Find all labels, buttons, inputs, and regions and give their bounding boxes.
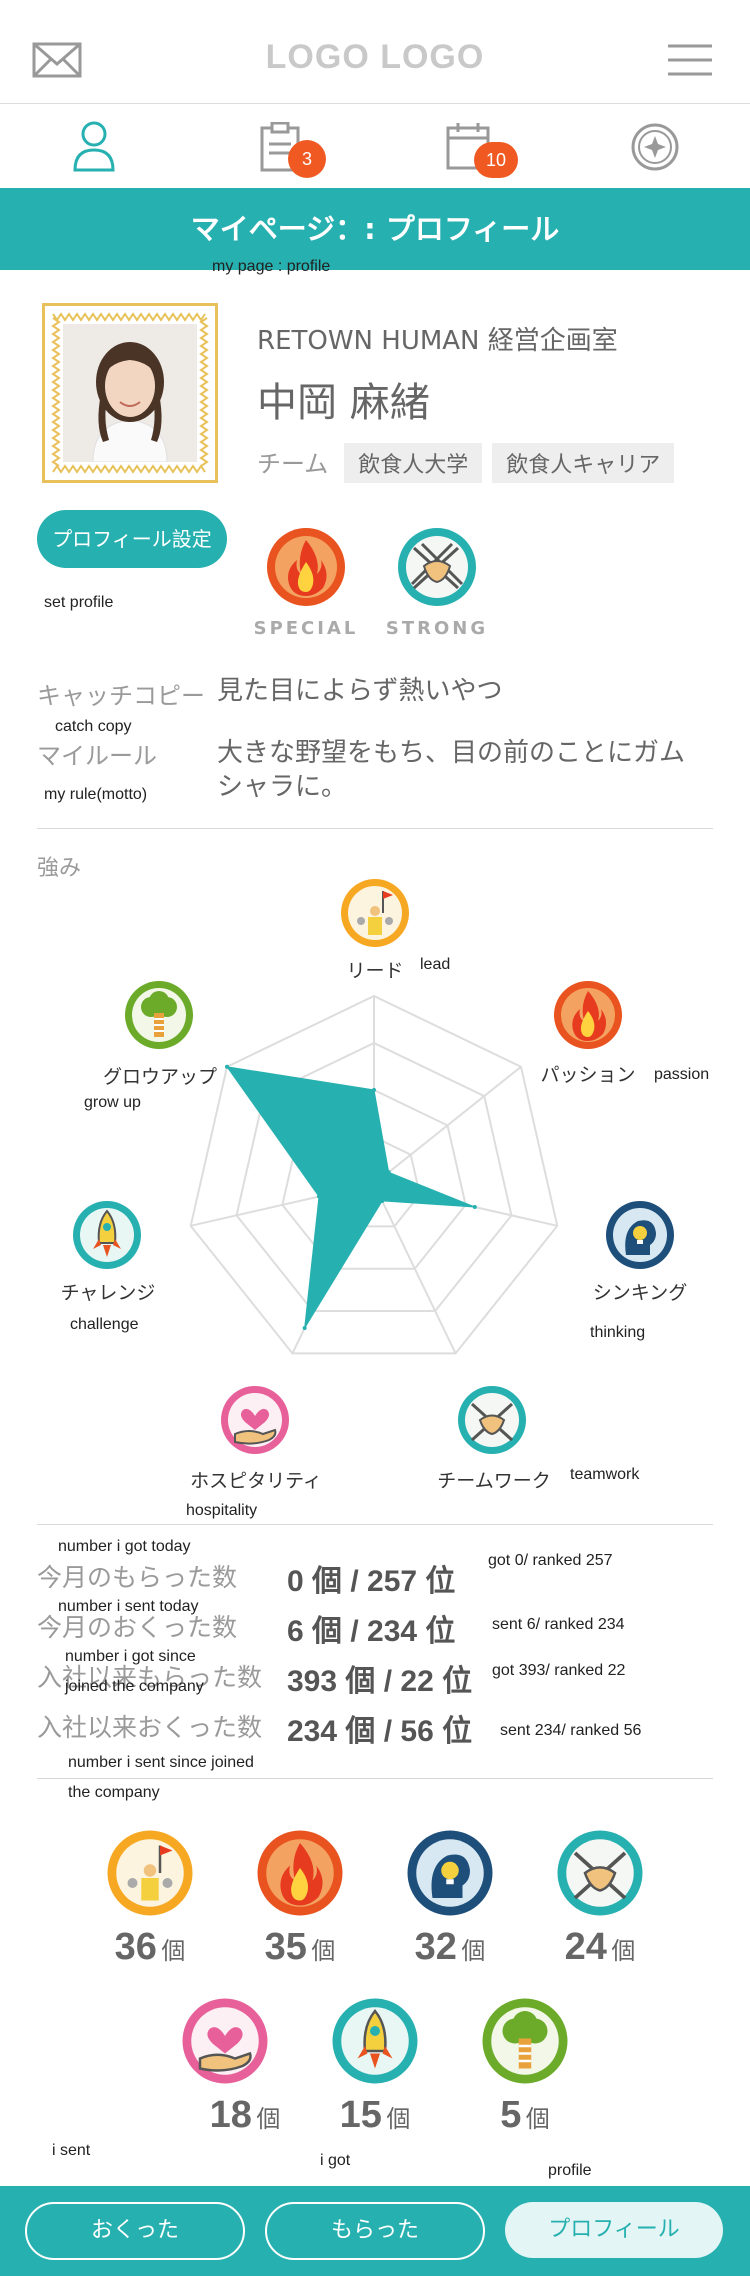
count-number: 18 [209, 2094, 252, 2136]
radar-axis-1 [373, 1066, 522, 1185]
radar-point-0 [372, 1088, 376, 1092]
count-unit: 個 [311, 1938, 336, 1965]
note-sent-since: number i sent since joined [68, 1754, 254, 1771]
strength-label-teamwork: チームワーク [437, 1470, 551, 1492]
count-number: 24 [564, 1926, 607, 1968]
radar-point-1 [386, 1170, 391, 1175]
stat-value-got-since-joined: 393 個 / 22 位 [287, 1665, 473, 1698]
count-number: 36 [114, 1926, 157, 1968]
count-unit: 個 [611, 1938, 636, 1965]
note-i-got: i got [320, 2152, 351, 2169]
count-unit: 個 [461, 1938, 486, 1965]
radar-point-3 [380, 1198, 385, 1203]
note-i-sent: i sent [52, 2142, 91, 2159]
count-unit: 個 [256, 2106, 281, 2133]
count-passion-icon [257, 1830, 343, 1916]
note-r3: got 393/ ranked 22 [492, 1662, 626, 1679]
growup-tree-icon [125, 981, 193, 1049]
count-number: 15 [339, 2094, 382, 2136]
count-growup-icon [482, 1998, 568, 2084]
footer-got-button[interactable]: もらった [265, 2202, 485, 2260]
divider [37, 1524, 713, 1525]
divider [37, 1778, 713, 1779]
count-growup: 5 個 [455, 2094, 595, 2137]
count-thinking-icon [407, 1830, 493, 1916]
strength-label-growup: グロウアップ [102, 1066, 217, 1088]
stat-label-got-this-month: 今月のもらった数 [37, 1563, 238, 1592]
count-lead: 36 個 [80, 1926, 220, 1969]
count-unit: 個 [161, 1938, 186, 1965]
note-r1: got 0/ ranked 257 [488, 1552, 613, 1569]
strength-label-passion: パッション [540, 1064, 636, 1086]
strength-label-hospitality: ホスピタリティ [190, 1470, 322, 1492]
count-teamwork: 24 個 [530, 1926, 670, 1969]
note-got-today: number i got today [58, 1538, 191, 1555]
count-challenge-icon [332, 1998, 418, 2084]
teamwork-handshake-icon [458, 1386, 526, 1454]
footer-nav: おくった もらった プロフィール [0, 2186, 750, 2276]
count-number: 5 [500, 2094, 522, 2136]
strength-label-challenge: チャレンジ [60, 1282, 156, 1304]
note-the-company: the company [68, 1784, 160, 1801]
count-number: 35 [264, 1926, 307, 1968]
note-hospitality: hospitality [186, 1502, 258, 1519]
footer-profile-button[interactable]: プロフィール [505, 2202, 723, 2258]
note-r2: sent 6/ ranked 234 [492, 1616, 625, 1633]
count-challenge: 15 個 [305, 2094, 445, 2137]
count-thinking: 32 個 [380, 1926, 520, 1969]
count-passion: 35 個 [230, 1926, 370, 1969]
note-passion: passion [654, 1066, 710, 1083]
challenge-rocket-icon [73, 1201, 141, 1269]
thinking-lightbulb-icon [606, 1201, 674, 1269]
lead-flag-icon [341, 879, 409, 947]
note-thinking: thinking [590, 1324, 646, 1341]
strength-label-thinking: シンキング [592, 1282, 688, 1304]
passion-fire-icon [554, 981, 622, 1049]
count-unit: 個 [525, 2106, 550, 2133]
hospitality-heart-hand-icon [221, 1386, 289, 1454]
note-lead: lead [420, 956, 451, 973]
stat-label-sent-this-month: 今月のおくった数 [37, 1613, 238, 1642]
stat-label-sent-since-joined: 入社以来おくった数 [37, 1713, 263, 1742]
stat-value-got-this-month: 0 個 / 257 位 [287, 1565, 456, 1598]
radar-point-2 [472, 1205, 477, 1210]
count-lead-icon [107, 1830, 193, 1916]
count-unit: 個 [386, 2106, 411, 2133]
note-challenge: challenge [70, 1316, 139, 1333]
note-growup: grow up [84, 1094, 141, 1111]
count-hospitality-icon [182, 1998, 268, 2084]
note-joined: joined the company [65, 1678, 204, 1695]
radar-point-5 [317, 1194, 322, 1199]
stat-value-sent-this-month: 6 個 / 234 位 [287, 1615, 456, 1648]
radar-series-area [225, 1066, 475, 1329]
note-r4: sent 234/ ranked 56 [500, 1722, 642, 1739]
note-profile: profile [548, 2162, 592, 2179]
count-hospitality: 18 個 [175, 2094, 315, 2137]
count-teamwork-icon [557, 1830, 643, 1916]
count-number: 32 [414, 1926, 457, 1968]
radar-point-4 [302, 1325, 307, 1330]
footer-sent-button[interactable]: おくった [25, 2202, 245, 2260]
note-teamwork: teamwork [570, 1466, 640, 1483]
stat-value-sent-since-joined: 234 個 / 56 位 [287, 1715, 473, 1748]
